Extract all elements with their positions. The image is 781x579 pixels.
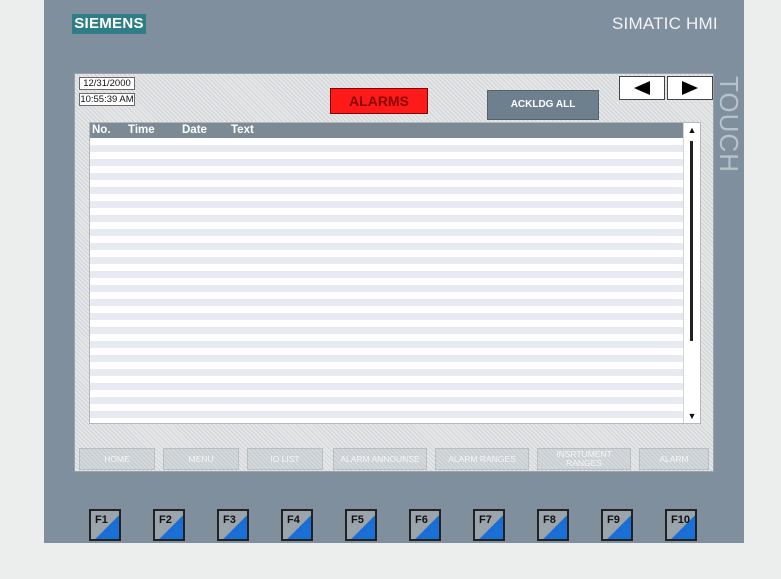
- time-display: 10:55:39 AM: [79, 93, 135, 106]
- column-header-no: No.: [92, 124, 111, 136]
- softkey-menu[interactable]: MENU: [163, 448, 239, 470]
- acknowledge-all-button[interactable]: ACKLDG ALL: [487, 90, 599, 120]
- date-display: 12/31/2000: [79, 77, 135, 90]
- function-key-f5[interactable]: F5: [345, 509, 377, 541]
- softkey-alarm-announse[interactable]: ALARM ANNOUNSE: [333, 448, 427, 470]
- previous-screen-button[interactable]: [619, 76, 665, 100]
- table-scrollbar[interactable]: ▲ ▼: [683, 123, 700, 423]
- column-header-text: Text: [231, 124, 254, 136]
- function-key-f10[interactable]: F10: [665, 509, 697, 541]
- triangle-right-icon: [682, 81, 698, 95]
- function-key-f9[interactable]: F9: [601, 509, 633, 541]
- siemens-logo: SIEMENS: [72, 14, 146, 34]
- scroll-thumb[interactable]: [690, 141, 693, 341]
- column-header-date: Date: [182, 124, 207, 136]
- function-key-f6[interactable]: F6: [409, 509, 441, 541]
- softkey-instrument-ranges[interactable]: INSRTUMENT RANGES: [537, 448, 631, 470]
- table-header: No. Time Date Text: [90, 123, 684, 138]
- softkey-io-list[interactable]: IO LIST: [247, 448, 323, 470]
- scroll-down-icon[interactable]: ▼: [687, 412, 697, 421]
- function-key-f2[interactable]: F2: [153, 509, 185, 541]
- hmi-screen: 12/31/2000 10:55:39 AM ALARMS ACKLDG ALL…: [74, 73, 714, 472]
- triangle-left-icon: [634, 81, 650, 95]
- softkey-alarm[interactable]: ALARM: [639, 448, 709, 470]
- softkey-bar: HOME MENU IO LIST ALARM ANNOUNSE ALARM R…: [79, 448, 711, 470]
- next-screen-button[interactable]: [667, 76, 713, 100]
- softkey-alarm-ranges[interactable]: ALARM RANGES: [435, 448, 529, 470]
- alarm-table[interactable]: No. Time Date Text ▲ ▼: [89, 122, 701, 424]
- table-rows[interactable]: [90, 138, 684, 423]
- function-key-f1[interactable]: F1: [89, 509, 121, 541]
- column-header-time: Time: [128, 124, 155, 136]
- page-title: ALARMS: [330, 88, 428, 114]
- function-key-f8[interactable]: F8: [537, 509, 569, 541]
- function-key-f4[interactable]: F4: [281, 509, 313, 541]
- scroll-up-icon[interactable]: ▲: [687, 126, 697, 135]
- touch-label: TOUCH: [714, 76, 744, 173]
- function-key-f3[interactable]: F3: [217, 509, 249, 541]
- softkey-home[interactable]: HOME: [79, 448, 155, 470]
- function-key-f7[interactable]: F7: [473, 509, 505, 541]
- hmi-model-title: SIMATIC HMI: [612, 14, 718, 33]
